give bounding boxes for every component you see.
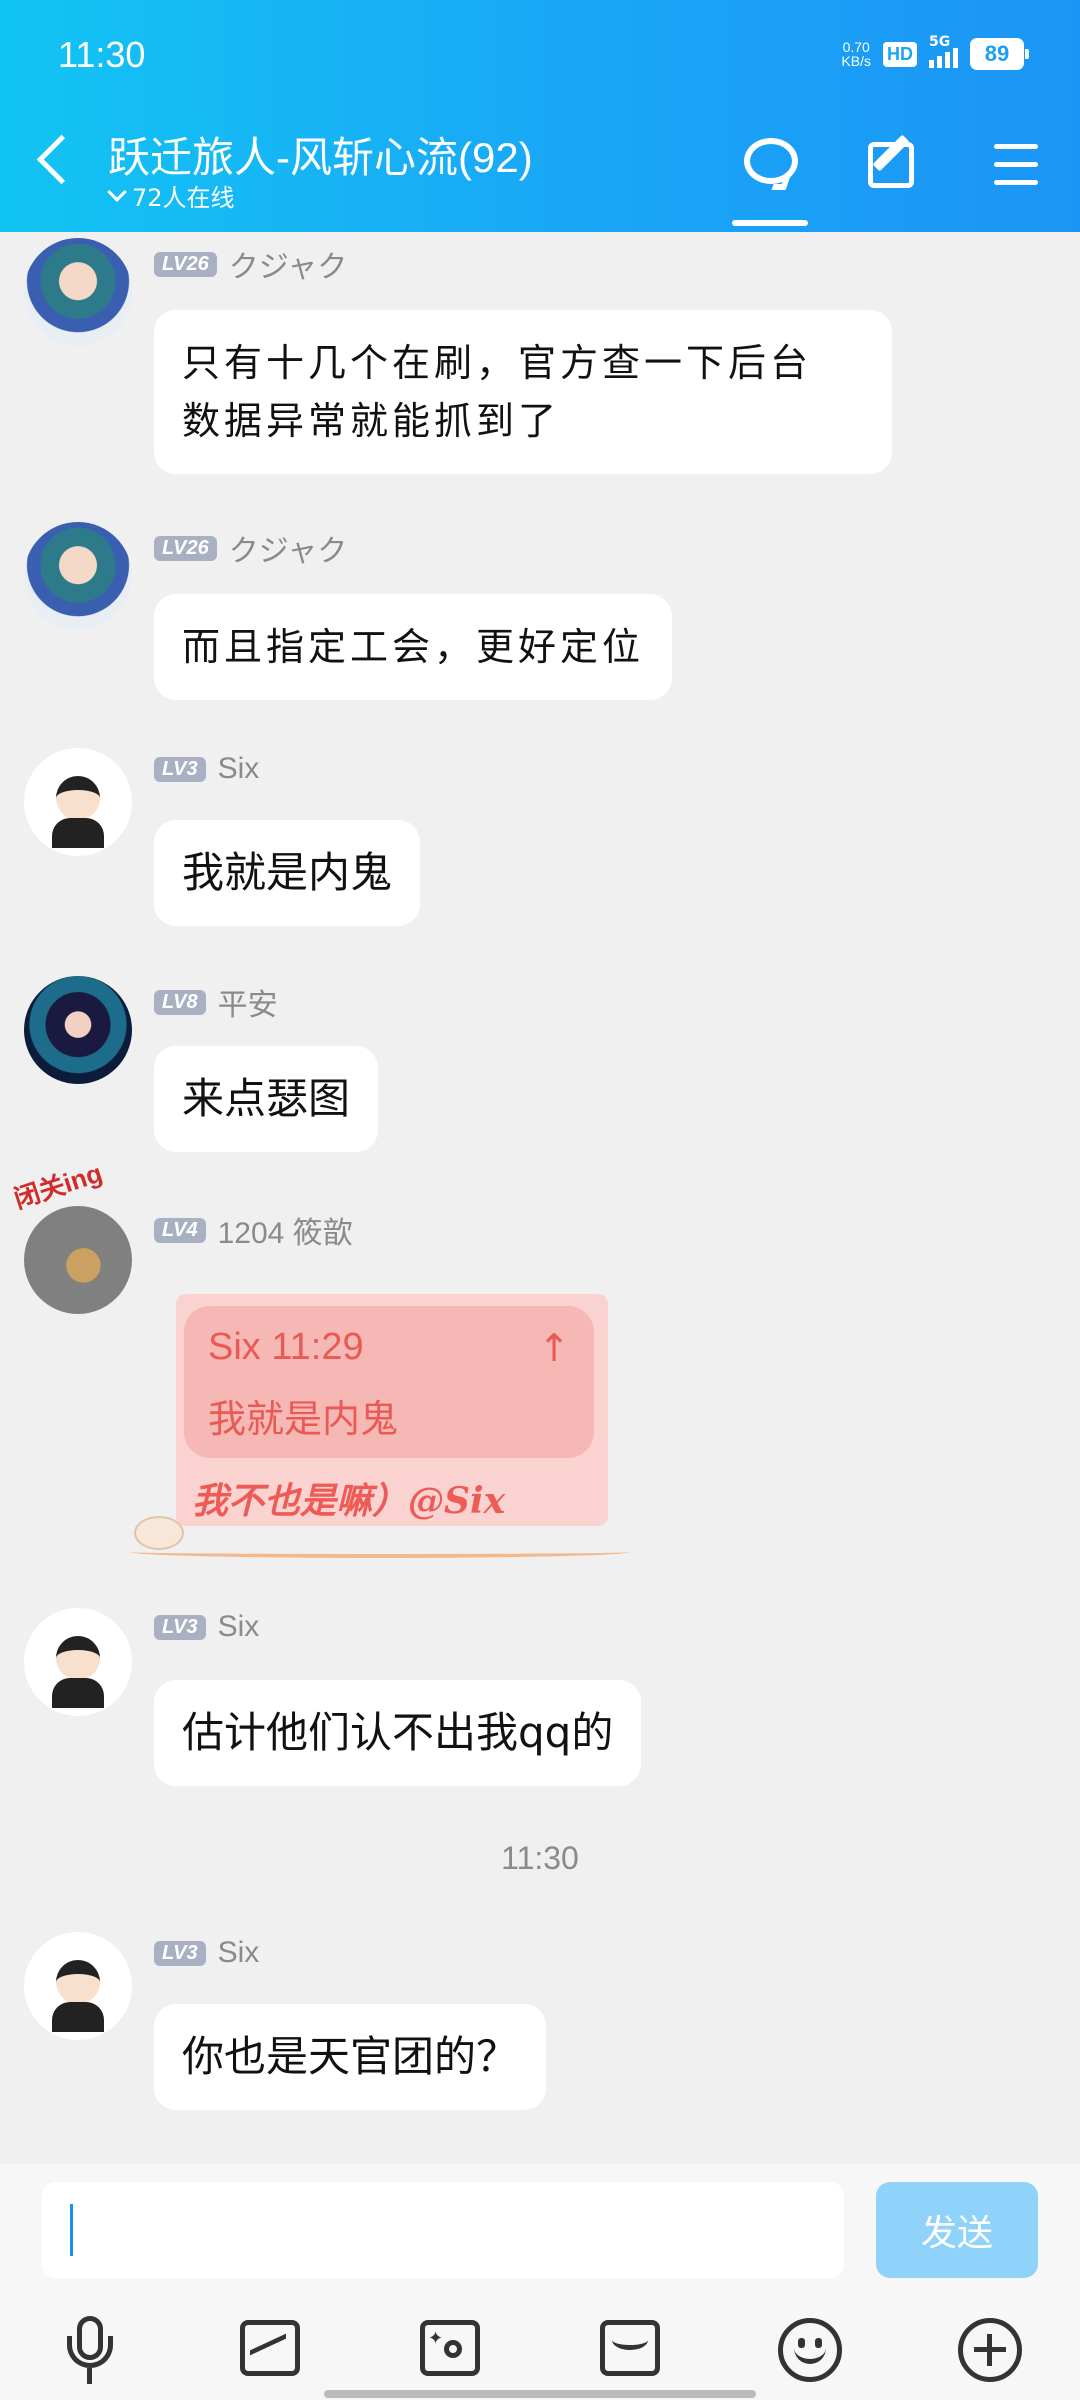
sender-name[interactable]: Six: [218, 1610, 260, 1644]
status-time: 11:30: [58, 34, 146, 75]
quote-sender: Six 11:29: [208, 1326, 364, 1368]
message-meta: LV26 クジャク: [154, 526, 347, 570]
quote-text: 我就是内鬼: [208, 1397, 399, 1441]
level-badge: LV3: [154, 1614, 206, 1640]
network-speed: 0.70 KB/s: [841, 39, 871, 69]
text-caret: [70, 2204, 73, 2256]
microphone-icon[interactable]: [50, 2310, 130, 2390]
camera-icon[interactable]: ✦: [410, 2310, 490, 2390]
group-title[interactable]: 跃迁旅人-风斩心流(92): [108, 124, 533, 185]
bubble-decoration: [130, 1546, 630, 1558]
cat-decoration-icon: [134, 1516, 184, 1550]
send-button[interactable]: 发送: [876, 2182, 1038, 2278]
picture-icon[interactable]: [230, 2310, 310, 2390]
avatar[interactable]: [24, 976, 132, 1084]
plus-icon[interactable]: [950, 2310, 1030, 2390]
signal-icon: 5G: [929, 34, 958, 68]
online-count[interactable]: 72人在线: [107, 178, 235, 213]
sender-name[interactable]: クジャク: [229, 242, 348, 286]
chat-header: 11:30 0.70 KB/s HD 5G 89 跃迁旅人-风斩心流(92) 7…: [0, 0, 1080, 232]
reply-text: 我不也是嘛）@Six: [192, 1480, 506, 1522]
message-bubble[interactable]: 估计他们认不出我qq的: [154, 1680, 642, 1786]
message-bubble[interactable]: 你也是天官团的？: [154, 2004, 547, 2110]
active-tab-indicator: [732, 220, 808, 226]
message-bubble[interactable]: 我就是内鬼: [154, 820, 421, 926]
back-button[interactable]: [30, 130, 78, 196]
hd-icon: HD: [883, 41, 917, 67]
sender-name[interactable]: Six: [218, 752, 260, 786]
message-meta: LV8 平安: [154, 980, 278, 1024]
avatar[interactable]: [24, 748, 132, 856]
menu-icon[interactable]: [980, 128, 1052, 200]
message-meta: LV26 クジャク: [154, 242, 347, 286]
avatar[interactable]: [24, 1608, 132, 1716]
home-indicator[interactable]: [324, 2390, 756, 2398]
status-icons: 0.70 KB/s HD 5G 89: [841, 34, 1029, 70]
emoji-icon[interactable]: [770, 2310, 850, 2390]
input-toolbar: ✦: [0, 2310, 1080, 2390]
message-meta: LV3 Six: [154, 752, 259, 786]
level-badge: LV8: [154, 989, 206, 1015]
sender-name[interactable]: クジャク: [229, 526, 348, 570]
level-badge: LV4: [154, 1217, 206, 1243]
message-meta: LV3 Six: [154, 1610, 259, 1644]
level-badge: LV26: [154, 251, 217, 277]
avatar-frame-tag: 闭关ing: [10, 1157, 106, 1215]
avatar[interactable]: [24, 1932, 132, 2040]
sender-name[interactable]: 1204 筱歆: [218, 1208, 353, 1252]
reply-message-bubble[interactable]: Six 11:29 ↑ 我就是内鬼 我不也是嘛）@Six: [176, 1294, 608, 1526]
input-bar: 发送 ✦: [0, 2164, 1080, 2400]
message-meta: LV4 1204 筱歆: [154, 1208, 353, 1252]
message-input[interactable]: [42, 2182, 844, 2278]
message-bubble[interactable]: 来点瑟图: [154, 1046, 379, 1152]
edit-icon[interactable]: [856, 128, 928, 200]
level-badge: LV26: [154, 535, 217, 561]
chevron-down-icon: [107, 181, 127, 202]
message-bubble[interactable]: 而且指定工会，更好定位: [154, 594, 673, 700]
avatar[interactable]: [24, 522, 132, 630]
sender-name[interactable]: 平安: [218, 980, 278, 1024]
red-packet-icon[interactable]: [590, 2310, 670, 2390]
sender-name[interactable]: Six: [218, 1936, 260, 1970]
battery-icon: 89: [970, 38, 1029, 70]
message-bubble[interactable]: 只有十几个在刷，官方查一下后台 数据异常就能抓到了: [154, 310, 892, 474]
level-badge: LV3: [154, 756, 206, 782]
jump-to-quote-icon[interactable]: ↑: [538, 1326, 570, 1370]
time-separator: 11:30: [501, 1840, 579, 1876]
message-meta: LV3 Six: [154, 1936, 259, 1970]
level-badge: LV3: [154, 1940, 206, 1966]
avatar[interactable]: [24, 1206, 132, 1314]
chat-tab-icon[interactable]: [734, 128, 806, 200]
avatar[interactable]: [24, 238, 132, 346]
quoted-message[interactable]: Six 11:29 ↑ 我就是内鬼: [184, 1306, 594, 1458]
